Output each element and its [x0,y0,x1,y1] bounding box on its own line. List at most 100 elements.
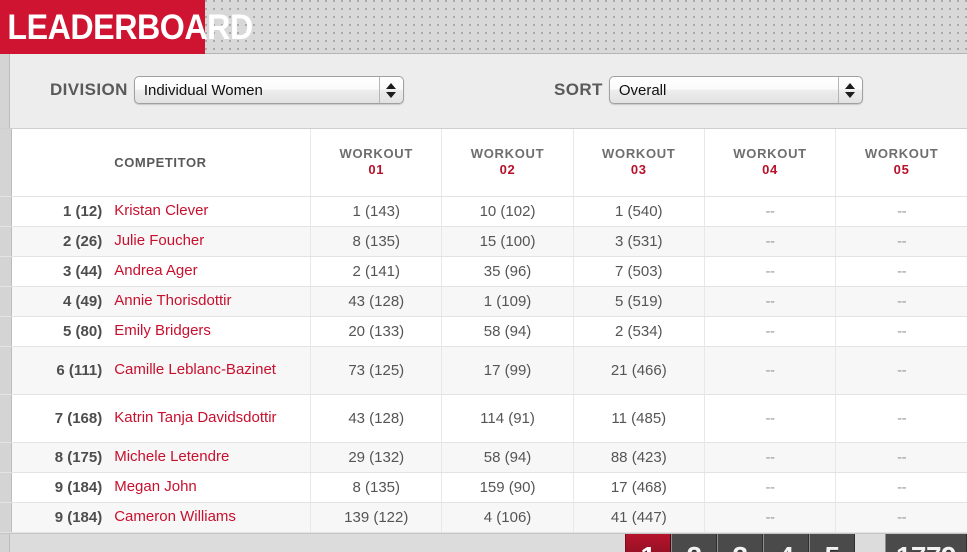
workout-score-cell-04: -- [703,286,836,317]
table-row[interactable]: 3 (44) Andrea Ager 2 (141) 35 (96) 7 (503) --… [0,256,967,287]
toolbar-left-gutter [0,54,10,128]
table-row[interactable]: 8 (175) Michele Letendre 29 (132) 58 (94) 88… [0,442,967,473]
pagination-page-5[interactable]: 5 [809,533,855,552]
workout-header-number: 02 [499,162,516,178]
rank-cell: 5 (80) [11,316,112,347]
pagination-ellipsis: ... [855,533,885,552]
sort-select-value: Overall [618,81,667,99]
workout-score-cell-05: -- [835,286,967,317]
sort-select[interactable]: Overall [608,76,863,104]
division-select-value: Individual Women [143,81,263,99]
leaderboard-table: COMPETITOR WORKOUT 01 WORKOUT 02 WORKOUT… [0,129,967,533]
workout-header-04[interactable]: WORKOUT 04 [703,129,836,197]
workout-score-cell-05: -- [835,442,967,473]
workout-header-03[interactable]: WORKOUT 03 [572,129,705,197]
workout-score-cell-05: -- [835,226,967,257]
sort-filter-group: SORT Overall [554,76,863,104]
workout-score-cell-03: 17 (468) [572,472,705,503]
table-row[interactable]: 6 (111) Camille Leblanc-Bazinet 73 (125) 17… [0,346,967,395]
workout-score-cell-02: 17 (99) [441,346,574,395]
workout-header-word: WORKOUT [470,146,545,161]
workout-score-cell-04: -- [703,442,836,473]
rank-cell: 8 (175) [11,442,112,473]
workout-score-cell-03: 41 (447) [572,502,705,533]
pagination: 12345...1779 [625,533,967,552]
workout-score-cell-02: 58 (94) [441,442,574,473]
pagination-last-page[interactable]: 1779 [885,533,967,552]
table-row[interactable]: 5 (80) Emily Bridgers 20 (133) 58 (94) 2 (53… [0,316,967,347]
rank-cell: 6 (111) [11,346,112,395]
table-row[interactable]: 9 (184) Cameron Williams 139 (122) 4 (106) 4… [0,502,967,533]
competitor-header[interactable]: COMPETITOR [111,129,311,197]
table-row[interactable]: 1 (12) Kristan Clever 1 (143) 10 (102) 1 (54… [0,196,967,227]
pagination-page-4[interactable]: 4 [763,533,809,552]
workout-header-word: WORKOUT [339,146,413,161]
competitor-name-link[interactable]: Emily Bridgers [111,316,311,347]
table-left-gutter [0,129,12,197]
sort-label: SORT [554,80,603,99]
workout-header-02[interactable]: WORKOUT 02 [441,129,574,197]
rank-cell: 1 (12) [11,196,112,227]
workout-score-cell-04: -- [703,196,836,227]
competitor-name-link[interactable]: Annie Thorisdottir [111,286,311,317]
row-left-gutter [0,346,12,395]
workout-header-05[interactable]: WORKOUT 05 [835,129,967,197]
workout-score-cell-01: 43 (128) [310,394,442,443]
pagination-page-1[interactable]: 1 [625,533,671,552]
row-left-gutter [0,442,12,473]
row-left-gutter [0,394,12,443]
workout-score-cell-02: 10 (102) [441,196,574,227]
competitor-name-link[interactable]: Cameron Williams [111,502,311,533]
division-select[interactable]: Individual Women [133,76,404,104]
workout-score-cell-01: 2 (141) [310,256,442,287]
footer-left-gutter [0,533,10,552]
workout-score-cell-05: -- [835,256,967,287]
table-row[interactable]: 4 (49) Annie Thorisdottir 43 (128) 1 (109) 5… [0,286,967,317]
competitor-name-link[interactable]: Andrea Ager [111,256,311,287]
workout-score-cell-04: -- [703,226,836,257]
filter-toolbar: DIVISION Individual Women SORT Overall [0,54,967,129]
rank-cell: 9 (184) [11,502,112,533]
workout-score-cell-01: 20 (133) [310,316,442,347]
table-row[interactable]: 7 (168) Katrin Tanja Davidsdottir 43 (128)… [0,394,967,443]
table-body: 1 (12) Kristan Clever 1 (143) 10 (102) 1 (54… [0,196,967,533]
workout-score-cell-02: 159 (90) [441,472,574,503]
workout-score-cell-03: 2 (534) [572,316,705,347]
pagination-page-2[interactable]: 2 [671,533,717,552]
competitor-name-link[interactable]: Katrin Tanja Davidsdottir [111,394,311,443]
leaderboard-page: LEADERBOARD DIVISION Individual Women SO… [0,0,967,552]
workout-score-cell-02: 1 (109) [441,286,574,317]
row-left-gutter [0,196,12,227]
table-row[interactable]: 2 (26) Julie Foucher 8 (135) 15 (100) 3 (531… [0,226,967,257]
chevron-updown-icon[interactable] [837,77,862,103]
workout-header-word: WORKOUT [864,146,939,161]
workout-score-cell-01: 1 (143) [310,196,442,227]
workout-score-cell-03: 3 (531) [572,226,705,257]
workout-score-cell-05: -- [835,316,967,347]
competitor-name-link[interactable]: Michele Letendre [111,442,311,473]
workout-score-cell-03: 5 (519) [572,286,705,317]
workout-score-cell-02: 4 (106) [441,502,574,533]
competitor-name-link[interactable]: Kristan Clever [111,196,311,227]
pagination-page-3[interactable]: 3 [717,533,763,552]
row-left-gutter [0,472,12,503]
workout-score-cell-04: -- [703,316,836,347]
workout-score-cell-02: 35 (96) [441,256,574,287]
workout-score-cell-05: -- [835,196,967,227]
competitor-name-link[interactable]: Julie Foucher [111,226,311,257]
workout-score-cell-03: 11 (485) [572,394,705,443]
workout-score-cell-04: -- [703,472,836,503]
workout-score-cell-01: 43 (128) [310,286,442,317]
rank-cell: 3 (44) [11,256,112,287]
workout-header-01[interactable]: WORKOUT 01 [310,129,442,197]
workout-score-cell-01: 8 (135) [310,472,442,503]
table-row[interactable]: 9 (184) Megan John 8 (135) 159 (90) 17 (468)… [0,472,967,503]
workout-header-word: WORKOUT [602,146,676,161]
workout-header-number: 01 [368,162,385,178]
competitor-name-link[interactable]: Camille Leblanc-Bazinet [111,346,311,395]
row-left-gutter [0,286,12,317]
chevron-updown-icon[interactable] [378,77,403,103]
workout-score-cell-03: 88 (423) [572,442,705,473]
workout-header-word: WORKOUT [733,146,807,161]
competitor-name-link[interactable]: Megan John [111,472,311,503]
